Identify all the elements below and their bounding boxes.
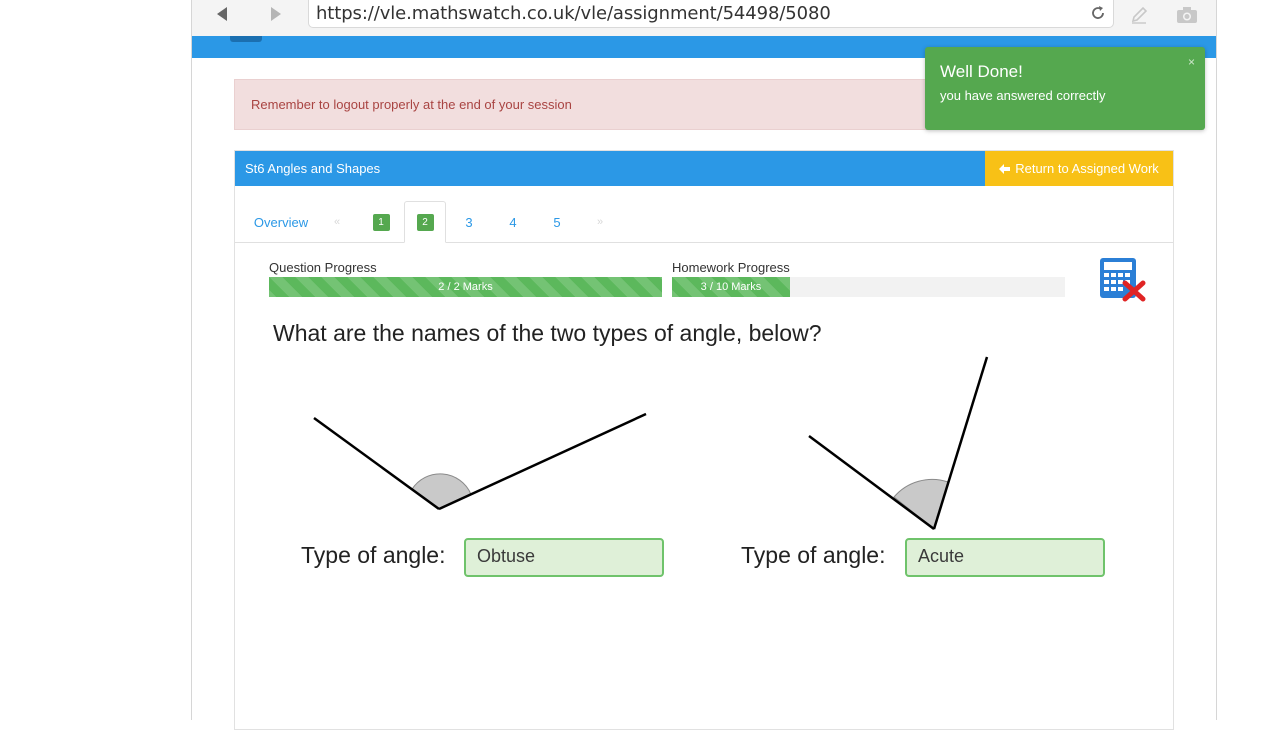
obtuse-angle-ray-left [313, 416, 440, 511]
url-text: https://vle.mathswatch.co.uk/vle/assignm… [316, 3, 831, 24]
answer-label-2: Type of angle: [741, 542, 886, 568]
back-arrow-icon[interactable] [210, 2, 234, 26]
tab-overview[interactable]: Overview [250, 201, 312, 243]
assignment-title: St6 Angles and Shapes [245, 161, 381, 176]
homework-progress-label: Homework Progress [672, 260, 790, 275]
tab-question-5[interactable]: 5 [537, 201, 577, 243]
reload-icon[interactable] [1089, 4, 1107, 27]
return-button-label: Return to Assigned Work [1015, 161, 1159, 176]
tab-question-4[interactable]: 4 [493, 201, 533, 243]
acute-angle-ray-right [932, 356, 989, 530]
forward-arrow-icon[interactable] [264, 2, 288, 26]
homework-progress-bar: 3 / 10 Marks [672, 277, 1065, 297]
homework-progress-fill: 3 / 10 Marks [672, 277, 790, 297]
tab-previous[interactable]: « [328, 201, 346, 243]
tab-question-1[interactable]: 1 [361, 201, 401, 243]
question-progress-label: Question Progress [269, 260, 377, 275]
obtuse-angle-arc [411, 473, 472, 510]
camera-icon[interactable] [1175, 5, 1199, 30]
angle-diagrams [313, 356, 989, 531]
tab-next[interactable]: » [591, 201, 609, 243]
answer-input-1[interactable]: Obtuse [464, 538, 664, 577]
question-progress-bar: 2 / 2 Marks [269, 277, 662, 297]
completed-badge: 1 [372, 213, 390, 231]
answer-label-1: Type of angle: [301, 542, 446, 568]
calculator-not-allowed-icon[interactable] [1099, 257, 1149, 308]
return-to-assigned-work-button[interactable]: Return to Assigned Work [985, 151, 1173, 186]
panel-header: St6 Angles and Shapes Return to Assigned… [235, 151, 1173, 186]
obtuse-angle-ray-right [438, 412, 647, 511]
tab-question-3[interactable]: 3 [449, 201, 489, 243]
toast-title: Well Done! [940, 62, 1023, 81]
toast-message: you have answered correctly [940, 88, 1106, 103]
toast-close-button[interactable]: × [1188, 55, 1195, 69]
browser-toolbar: https://vle.mathswatch.co.uk/vle/assignm… [192, 0, 1216, 36]
site-logo[interactable] [230, 36, 262, 42]
question-progress-fill: 2 / 2 Marks [269, 277, 662, 297]
arrow-left-icon [999, 163, 1011, 174]
assignment-panel: St6 Angles and Shapes Return to Assigned… [234, 150, 1174, 730]
completed-badge: 2 [416, 213, 434, 231]
alert-text: Remember to logout properly at the end o… [251, 97, 572, 112]
answer-input-2[interactable]: Acute [905, 538, 1105, 577]
question-tabs: Overview « 1 2 3 4 5 » [235, 201, 1173, 243]
pencil-icon[interactable] [1129, 5, 1149, 30]
success-toast: Well Done! you have answered correctly × [925, 47, 1205, 130]
address-bar[interactable]: https://vle.mathswatch.co.uk/vle/assignm… [308, 0, 1114, 28]
tab-question-2[interactable]: 2 [404, 201, 446, 243]
